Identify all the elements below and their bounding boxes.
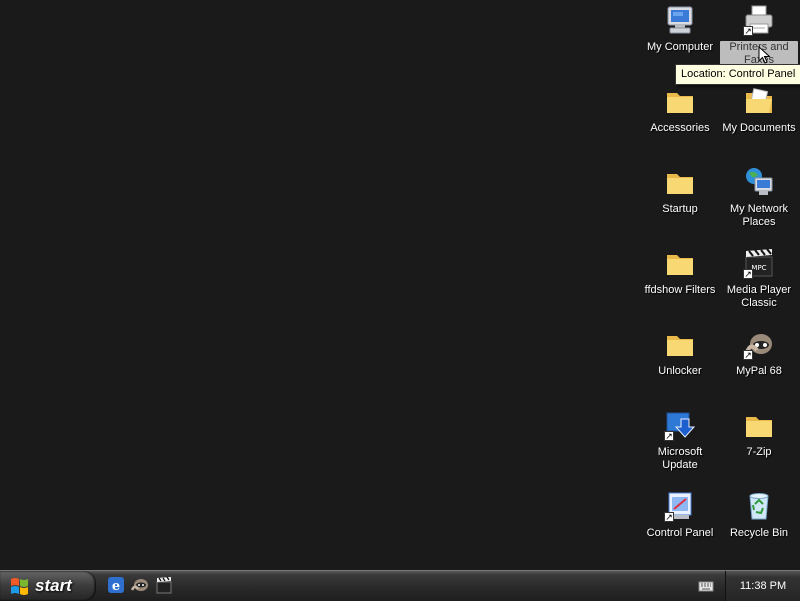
keyboard-icon[interactable]: [698, 580, 714, 593]
taskbar: start e 11:38 PM: [0, 570, 800, 601]
desktop-icon-label: Microsoft Update: [657, 446, 703, 471]
desktop-icon-startup[interactable]: Startup: [641, 164, 719, 236]
tooltip: Location: Control Panel: [675, 64, 800, 85]
folder-icon: [664, 247, 696, 279]
system-tray: 11:38 PM: [725, 571, 800, 601]
my-computer-icon: [664, 4, 696, 36]
desktop-icon-label: Accessories: [650, 122, 710, 134]
svg-text:MPC: MPC: [751, 264, 766, 272]
desktop-icon-recycle-bin[interactable]: Recycle Bin: [720, 488, 798, 560]
desktop-icon-label: Unlocker: [658, 365, 702, 377]
desktop-icon-7-zip[interactable]: 7-Zip: [720, 407, 798, 479]
clapperboard-icon: MPC ↗: [743, 247, 775, 279]
folder-icon: [664, 166, 696, 198]
desktop-icon-ffdshow-filters[interactable]: ffdshow Filters: [641, 245, 719, 317]
desktop-icon-label: ffdshow Filters: [644, 284, 716, 296]
desktop-icon-unlocker[interactable]: Unlocker: [641, 326, 719, 398]
desktop-icon-label: Startup: [662, 203, 698, 215]
clock[interactable]: 11:38 PM: [740, 580, 786, 592]
desktop-icon-media-player-classic[interactable]: MPC ↗ Media Player Classic: [720, 245, 798, 317]
shortcut-arrow-icon: ↗: [664, 512, 674, 522]
desktop-icon-label: 7-Zip: [746, 446, 772, 458]
shortcut-arrow-icon: ↗: [664, 431, 674, 441]
shortcut-arrow-icon: ↗: [743, 350, 753, 360]
desktop-icon-label: My Network Places: [729, 203, 789, 228]
printer-icon: ↗: [743, 4, 775, 36]
mouse-cursor-icon: [758, 46, 770, 64]
shortcut-arrow-icon: ↗: [743, 26, 753, 36]
desktop-icon-label: MyPal 68: [736, 365, 782, 377]
folder-icon: [664, 85, 696, 117]
windows-update-icon: ↗: [664, 409, 696, 441]
desktop-icon-label: My Documents: [722, 122, 796, 134]
shortcut-arrow-icon: ↗: [743, 269, 753, 279]
windows-flag-icon: [11, 578, 28, 595]
my-documents-icon: [743, 85, 775, 117]
desktop-icon-my-network-places[interactable]: My Network Places: [720, 164, 798, 236]
mypal-raccoon-icon[interactable]: [131, 576, 149, 594]
desktop-icon-label: Media Player Classic: [726, 284, 792, 309]
desktop-icon-microsoft-update[interactable]: ↗ Microsoft Update: [641, 407, 719, 479]
svg-text:e: e: [112, 579, 120, 594]
desktop-icon-control-panel[interactable]: ↗ Control Panel: [641, 488, 719, 560]
desktop-icon-my-documents[interactable]: My Documents: [720, 83, 798, 155]
folder-icon: [743, 409, 775, 441]
folder-icon: [664, 328, 696, 360]
desktop-icon-label: Recycle Bin: [729, 527, 789, 539]
control-panel-icon: ↗: [664, 490, 696, 522]
media-player-classic-icon[interactable]: [155, 576, 173, 594]
internet-explorer-icon[interactable]: e: [107, 576, 125, 594]
recycle-bin-icon: [743, 490, 775, 522]
mypal-raccoon-icon: ↗: [743, 328, 775, 360]
desktop[interactable]: My Computer ↗ Printers and Faxes Accesso…: [0, 0, 800, 570]
start-button[interactable]: start: [0, 571, 96, 601]
desktop-icon-mypal-68[interactable]: ↗ MyPal 68: [720, 326, 798, 398]
desktop-icon-accessories[interactable]: Accessories: [641, 83, 719, 155]
desktop-icon-label: Control Panel: [646, 527, 714, 539]
network-places-icon: [743, 166, 775, 198]
start-label: start: [35, 576, 72, 595]
desktop-icon-label: My Computer: [646, 41, 714, 53]
